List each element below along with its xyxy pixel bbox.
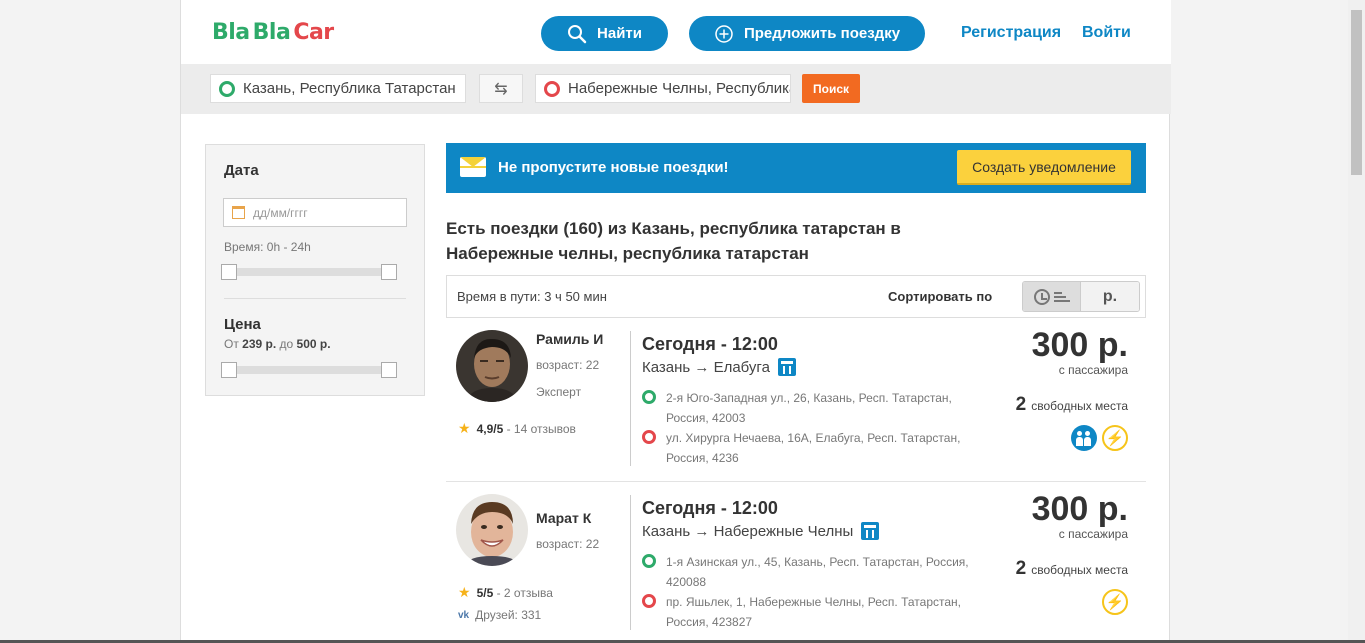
max-two-in-back-icon — [1071, 425, 1097, 451]
offer-ride-button[interactable]: Предложить поездку — [689, 16, 925, 51]
price-slider-min-handle[interactable] — [221, 362, 237, 378]
sort-label: Сортировать по — [888, 289, 993, 304]
search-bar: Казань, Республика Татарстан ⇆ Набережны… — [181, 64, 1171, 114]
dropoff-point: ул. Хирурга Нечаева, 16А, Елабуга, Респ.… — [642, 428, 982, 468]
create-alert-button[interactable]: Создать уведомление — [957, 150, 1131, 185]
plus-circle-icon — [715, 24, 733, 43]
find-button[interactable]: Найти — [541, 16, 668, 51]
pickup-point: 1-я Азинская ул., 45, Казань, Респ. Тата… — [642, 552, 982, 592]
driver-level: Эксперт — [536, 385, 582, 399]
trip-card[interactable]: Марат К возраст: 22 ★ 5/5 - 2 отзыва vk … — [446, 482, 1146, 643]
pickup-marker-icon — [642, 390, 656, 404]
price-per-passenger: с пассажира — [1058, 527, 1128, 541]
driver-name[interactable]: Марат К — [536, 510, 591, 526]
highway-icon — [861, 522, 880, 540]
time-slider[interactable] — [221, 264, 397, 280]
divider — [630, 331, 631, 466]
price-range-label: От 239 р. до 500 р. — [224, 337, 331, 351]
date-input[interactable]: дд/мм/гггг — [223, 198, 407, 227]
time-slider-max-handle[interactable] — [381, 264, 397, 280]
from-input[interactable]: Казань, Республика Татарстан — [210, 74, 466, 103]
scrollbar-thumb[interactable] — [1351, 10, 1362, 175]
time-slider-min-handle[interactable] — [221, 264, 237, 280]
driver-rating: ★ 5/5 - 2 отзыва — [458, 584, 553, 600]
login-link[interactable]: Войти — [1082, 24, 1131, 42]
divider — [630, 495, 631, 630]
trip-badges: ⚡ — [1071, 425, 1128, 451]
swap-arrows-icon: ⇆ — [494, 80, 508, 98]
destination-marker-icon — [544, 80, 560, 97]
instant-booking-icon: ⚡ — [1102, 425, 1128, 451]
available-seats: 2 свободных места — [1015, 558, 1128, 579]
from-value: Казань, Республика Татарстан — [243, 80, 456, 97]
register-link[interactable]: Регистрация — [961, 24, 1061, 42]
trip-route: Казань → Набережные Челны — [642, 522, 880, 540]
origin-marker-icon — [219, 80, 235, 97]
date-placeholder: дд/мм/гггг — [253, 205, 308, 220]
available-seats: 2 свободных места — [1015, 394, 1128, 415]
driver-age: возраст: 22 — [536, 537, 600, 551]
sort-toggle: р. — [1022, 281, 1140, 312]
to-input[interactable]: Набережные Челны, Республика Татарстан — [535, 74, 791, 103]
trip-price: 300 р. — [1031, 326, 1128, 364]
vertical-scrollbar[interactable] — [1348, 0, 1365, 643]
dropoff-marker-icon — [642, 430, 656, 444]
page-container: Bla Bla Car Найти Предложить поездку Регис… — [180, 0, 1171, 643]
driver-age: возраст: 22 — [536, 358, 600, 372]
driver-avatar[interactable] — [456, 330, 528, 402]
sort-by-price-button[interactable]: р. — [1081, 282, 1139, 311]
instant-booking-icon: ⚡ — [1102, 589, 1128, 615]
trip-datetime: Сегодня - 12:00 — [642, 498, 778, 518]
social-friends: vk Друзей: 331 — [458, 608, 542, 622]
trip-datetime: Сегодня - 12:00 — [642, 334, 778, 354]
sort-by-time-button[interactable] — [1023, 282, 1081, 311]
price-slider[interactable] — [221, 362, 397, 378]
search-button[interactable]: Поиск — [802, 74, 860, 103]
top-navigation: Bla Bla Car Найти Предложить поездку Регис… — [181, 0, 1171, 64]
trip-route: Казань → Елабуга — [642, 358, 796, 376]
blablacar-logo[interactable]: Bla Bla Car — [212, 20, 334, 45]
alert-banner-text: Не пропустите новые поездки! — [498, 159, 729, 176]
vk-icon: vk — [458, 609, 470, 621]
trip-price: 300 р. — [1031, 490, 1128, 528]
dropoff-marker-icon — [642, 594, 656, 608]
trip-badges: ⚡ — [1102, 589, 1128, 615]
price-per-passenger: с пассажира — [1058, 363, 1128, 377]
driver-name[interactable]: Рамиль И — [536, 331, 603, 347]
search-icon — [568, 24, 587, 43]
star-icon: ★ — [458, 420, 471, 436]
price-slider-max-handle[interactable] — [381, 362, 397, 378]
dropoff-point: пр. Яшьлек, 1, Набережные Челны, Респ. Т… — [642, 592, 982, 632]
pickup-marker-icon — [642, 554, 656, 568]
list-lines-icon — [1053, 291, 1070, 302]
to-value: Набережные Челны, Республика Татарстан — [568, 80, 791, 97]
clock-icon — [1033, 288, 1050, 305]
offer-ride-label: Предложить поездку — [743, 25, 901, 42]
trip-card[interactable]: Рамиль И возраст: 22 Эксперт ★ 4,9/5 - 1… — [446, 318, 1146, 482]
pickup-point: 2-я Юго-Западная ул., 26, Казань, Респ. … — [642, 388, 982, 428]
filters-divider — [224, 298, 406, 299]
travel-time: Время в пути: 3 ч 50 мин — [457, 289, 607, 304]
driver-avatar[interactable] — [456, 494, 528, 566]
star-icon: ★ — [458, 584, 471, 600]
alert-banner: Не пропустите новые поездки! Создать уве… — [446, 143, 1146, 193]
results-title: Есть поездки (160) из Казань, республика… — [446, 219, 901, 263]
filters-panel: Дата дд/мм/гггг Время: 0h - 24h Цена От … — [205, 144, 425, 396]
calendar-icon — [232, 206, 245, 219]
date-filter-title: Дата — [224, 162, 259, 179]
price-filter-title: Цена — [224, 316, 261, 333]
time-range-label: Время: 0h - 24h — [224, 240, 311, 254]
highway-icon — [777, 358, 796, 376]
envelope-icon — [460, 157, 486, 177]
swap-direction-button[interactable]: ⇆ — [479, 74, 523, 103]
driver-rating: ★ 4,9/5 - 14 отзывов — [458, 420, 576, 436]
find-label: Найти — [597, 25, 642, 42]
sort-bar: Время в пути: 3 ч 50 мин Сортировать по … — [446, 275, 1146, 318]
